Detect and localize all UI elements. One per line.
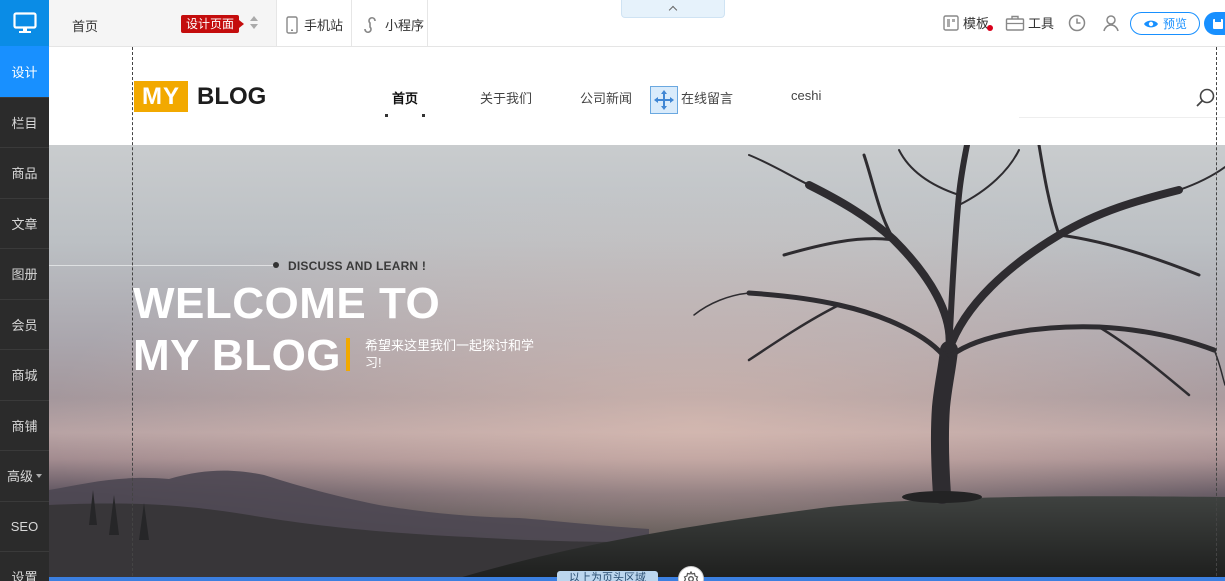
header-region-label: 以上为页头区域	[557, 571, 658, 581]
eye-icon	[1143, 20, 1158, 27]
sidebar-item-label: 商品	[11, 166, 38, 182]
site-logo-blog: BLOG	[197, 83, 267, 110]
user-icon	[1103, 15, 1119, 32]
layout-guide-left	[132, 47, 133, 581]
sidebar-item-label: 会员	[11, 317, 38, 333]
layout-guide-right	[1216, 47, 1217, 581]
site-logo-my: MY	[134, 81, 188, 112]
sidebar-item-albums[interactable]: 图册	[0, 248, 49, 299]
search-icon[interactable]	[1195, 87, 1217, 109]
template-icon	[943, 14, 959, 31]
sidebar-item-label: 栏目	[11, 115, 38, 131]
nav-item-ceshi[interactable]: ceshi	[791, 88, 821, 103]
phone-icon	[286, 15, 298, 34]
mobile-site-button[interactable]: 手机站	[286, 15, 343, 34]
sidebar-item-label: 设计	[11, 64, 38, 80]
sidebar-item-label: 高级	[6, 469, 33, 485]
miniapp-button[interactable]: 小程序	[361, 15, 424, 34]
account-button[interactable]	[1101, 13, 1121, 33]
nav-item-message[interactable]: 在线留言	[681, 88, 733, 107]
sidebar-item-label: 文章	[11, 216, 38, 232]
sidebar-item-seo[interactable]: SEO	[0, 500, 49, 552]
chevron-up-icon	[668, 5, 678, 15]
divider	[276, 0, 277, 46]
mobile-site-label: 手机站	[304, 18, 344, 33]
current-page-label: 首页	[72, 19, 99, 34]
divider	[351, 0, 352, 46]
nav-item-about[interactable]: 关于我们	[480, 88, 532, 107]
design-canvas[interactable]: MY BLOG 首页 关于我们 公司新闻 在线留言 ceshi DISCUSS …	[49, 47, 1225, 581]
save-icon	[1213, 18, 1223, 29]
nav-item-home[interactable]: 首页	[392, 88, 418, 107]
top-toolbar: 首页 设计页面 手机站 小程序 模板 工具 预览	[49, 0, 1225, 47]
hero-kicker: DISCUSS AND LEARN !	[288, 259, 427, 273]
sidebar-item-mall[interactable]: 商城	[0, 349, 49, 400]
template-button[interactable]: 模板	[942, 13, 993, 32]
page-selector[interactable]: 首页 设计页面	[49, 0, 276, 46]
tools-button[interactable]: 工具	[1005, 13, 1054, 32]
sidebar-item-label: 图册	[11, 267, 38, 283]
preview-button[interactable]: 预览	[1130, 12, 1200, 35]
sidebar-item-members[interactable]: 会员	[0, 298, 49, 350]
sidebar-item-design[interactable]: 设计	[0, 46, 49, 97]
save-button[interactable]	[1204, 12, 1225, 35]
hero-title-line2: MY BLOG	[133, 331, 342, 380]
left-sidebar: 设计 栏目 商品 文章 图册 会员 商城 商铺 高级 SEO 设置	[0, 0, 49, 581]
design-page-badge: 设计页面	[181, 15, 245, 33]
divider	[427, 0, 428, 46]
hero-banner[interactable]: DISCUSS AND LEARN ! WELCOME TO MY BLOG 希…	[49, 145, 1225, 581]
sidebar-item-shops[interactable]: 商铺	[0, 399, 49, 451]
sidebar-item-columns[interactable]: 栏目	[0, 96, 49, 148]
search-field-underline	[1019, 117, 1225, 118]
hero-title-line1: WELCOME TO	[133, 279, 441, 328]
hero-accent-bar	[346, 338, 350, 371]
sidebar-item-label: 商铺	[11, 418, 38, 434]
collapse-toolbar-button[interactable]	[621, 0, 725, 18]
miniapp-icon	[364, 16, 376, 33]
nav-active-marker	[422, 114, 425, 117]
history-button[interactable]	[1067, 13, 1087, 33]
sidebar-item-settings[interactable]: 设置	[0, 551, 49, 581]
hero-subtitle: 希望来这里我们一起探讨和学习!	[365, 338, 535, 370]
notification-dot	[987, 25, 993, 31]
miniapp-label: 小程序	[385, 18, 425, 33]
preview-label: 预览	[1162, 17, 1187, 31]
hero-decor-line	[49, 265, 274, 266]
sidebar-item-products[interactable]: 商品	[0, 147, 49, 198]
sidebar-item-label: 商城	[11, 368, 38, 384]
sidebar-item-articles[interactable]: 文章	[0, 197, 49, 249]
sort-arrows-icon[interactable]	[250, 16, 258, 30]
clock-icon	[1068, 14, 1086, 32]
sidebar-item-advanced[interactable]: 高级	[0, 450, 49, 501]
sidebar-item-label: 设置	[11, 570, 38, 581]
move-icon[interactable]	[650, 86, 678, 114]
sidebar-item-label: SEO	[10, 518, 39, 534]
gear-icon	[683, 571, 699, 581]
site-header[interactable]: MY BLOG 首页 关于我们 公司新闻 在线留言 ceshi	[49, 47, 1225, 145]
monitor-icon[interactable]	[0, 0, 49, 46]
nav-active-marker	[385, 114, 388, 117]
tools-label: 工具	[1028, 16, 1055, 31]
chevron-down-icon	[36, 473, 42, 478]
hero-decor-dot	[273, 262, 279, 268]
template-label: 模板	[963, 16, 990, 31]
nav-item-news[interactable]: 公司新闻	[580, 88, 632, 107]
toolbox-icon	[1005, 15, 1025, 31]
